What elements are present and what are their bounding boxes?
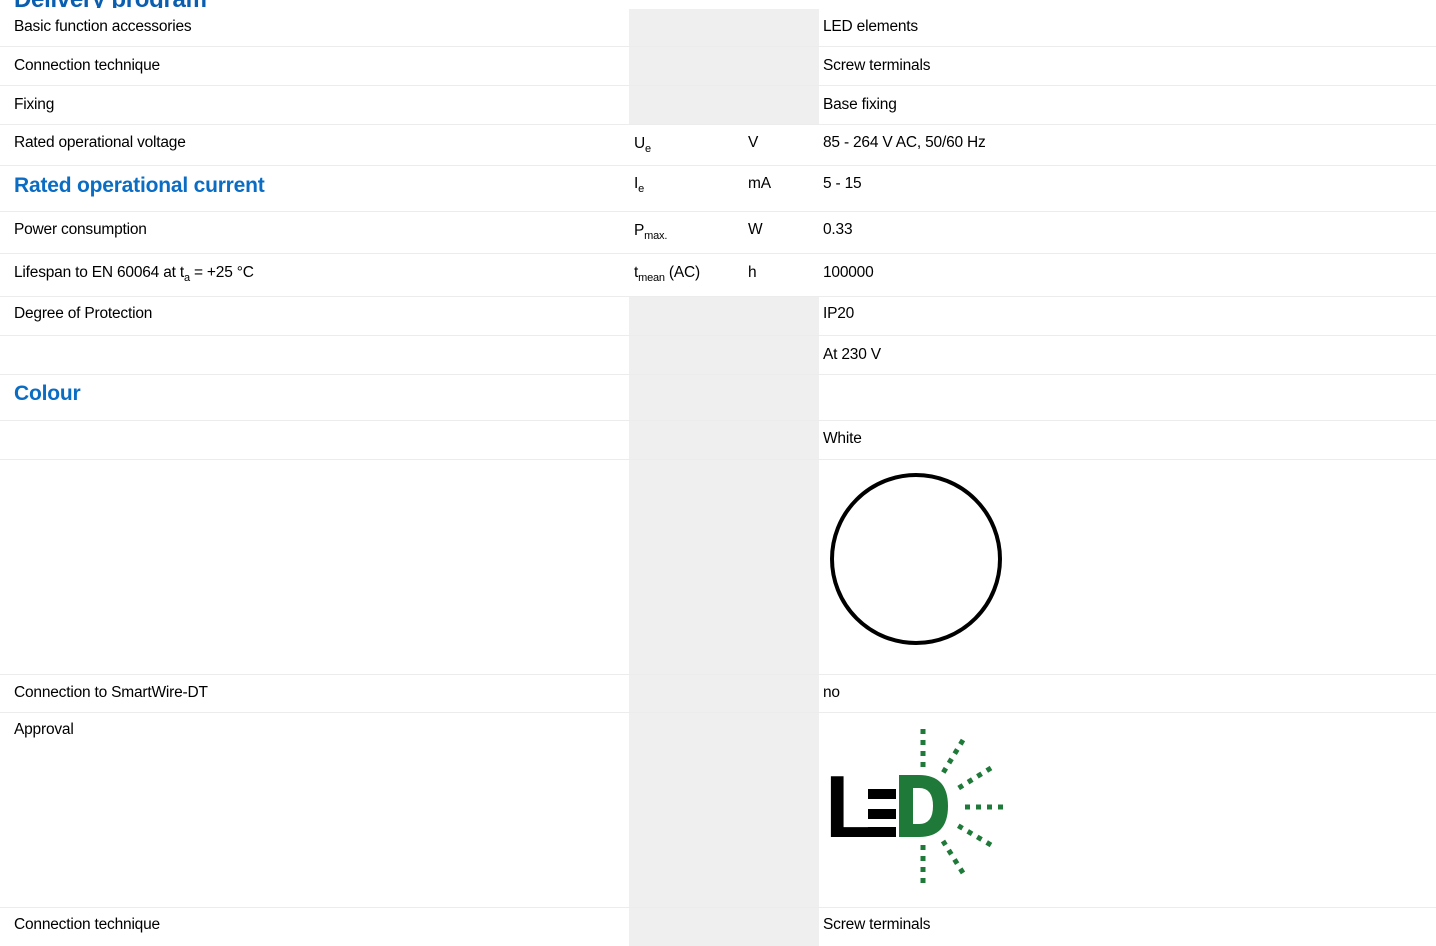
row-label: Lifespan to EN 60064 at ta = +25 °C (14, 264, 254, 284)
row-value: 85 - 264 V AC, 50/60 Hz (823, 134, 986, 151)
row-unit: V (748, 134, 759, 151)
row-label: Approval (14, 721, 74, 738)
row-label-heading: Colour (14, 382, 81, 405)
white-circle-symbol-icon (823, 472, 1009, 658)
table-row: At 230 V (0, 336, 1436, 375)
row-label: Power consumption (14, 221, 147, 238)
row-value: Screw terminals (823, 916, 931, 933)
table-row: Rated operational current Ie mA 5 - 15 (0, 166, 1436, 212)
table-row: Connection to SmartWire-DT no (0, 675, 1436, 713)
table-row: Power consumption Pmax. W 0.33 (0, 212, 1436, 254)
row-symbol: Ue (634, 135, 651, 155)
row-value: 100000 (823, 264, 874, 281)
row-label: Fixing (14, 96, 55, 113)
spec-table: Basic function accessories LED elements … (0, 9, 1436, 946)
table-row: Degree of Protection IP20 (0, 297, 1436, 336)
row-unit: W (748, 221, 763, 238)
row-value: 5 - 15 (823, 175, 862, 192)
row-value: IP20 (823, 305, 855, 322)
svg-text:L: L (825, 757, 877, 856)
table-row: Approval L (0, 713, 1436, 908)
row-value: LED elements (823, 18, 918, 35)
table-row: Basic function accessories LED elements (0, 9, 1436, 47)
row-symbol: Ie (634, 175, 645, 195)
row-label: Degree of Protection (14, 305, 153, 322)
row-value: Screw terminals (823, 57, 931, 74)
row-symbol: tmean (AC) (634, 264, 700, 284)
led-logo-icon: L (823, 723, 1013, 893)
row-label: Connection to SmartWire-DT (14, 684, 208, 701)
table-row: Connection technique Screw terminals (0, 908, 1436, 946)
table-row: Colour (0, 375, 1436, 421)
row-label: Connection technique (14, 916, 160, 933)
table-row: Connection technique Screw terminals (0, 47, 1436, 86)
row-unit: h (748, 264, 757, 281)
row-label: Rated operational voltage (14, 134, 186, 151)
table-row: Rated operational voltage Ue V 85 - 264 … (0, 125, 1436, 166)
table-row: Lifespan to EN 60064 at ta = +25 °C tmea… (0, 254, 1436, 297)
table-row (0, 460, 1436, 675)
section-title-cut: Delivery program (14, 0, 207, 8)
row-symbol: Pmax. (634, 222, 668, 242)
row-value: At 230 V (823, 346, 881, 363)
row-value: White (823, 430, 862, 447)
table-row: Fixing Base fixing (0, 86, 1436, 125)
row-value: Base fixing (823, 96, 897, 113)
row-label: Basic function accessories (14, 18, 192, 35)
row-unit: mA (748, 175, 771, 192)
row-value: no (823, 684, 840, 701)
table-row: White (0, 421, 1436, 460)
row-value: 0.33 (823, 221, 853, 238)
row-label-heading: Rated operational current (14, 174, 265, 197)
row-label: Connection technique (14, 57, 160, 74)
